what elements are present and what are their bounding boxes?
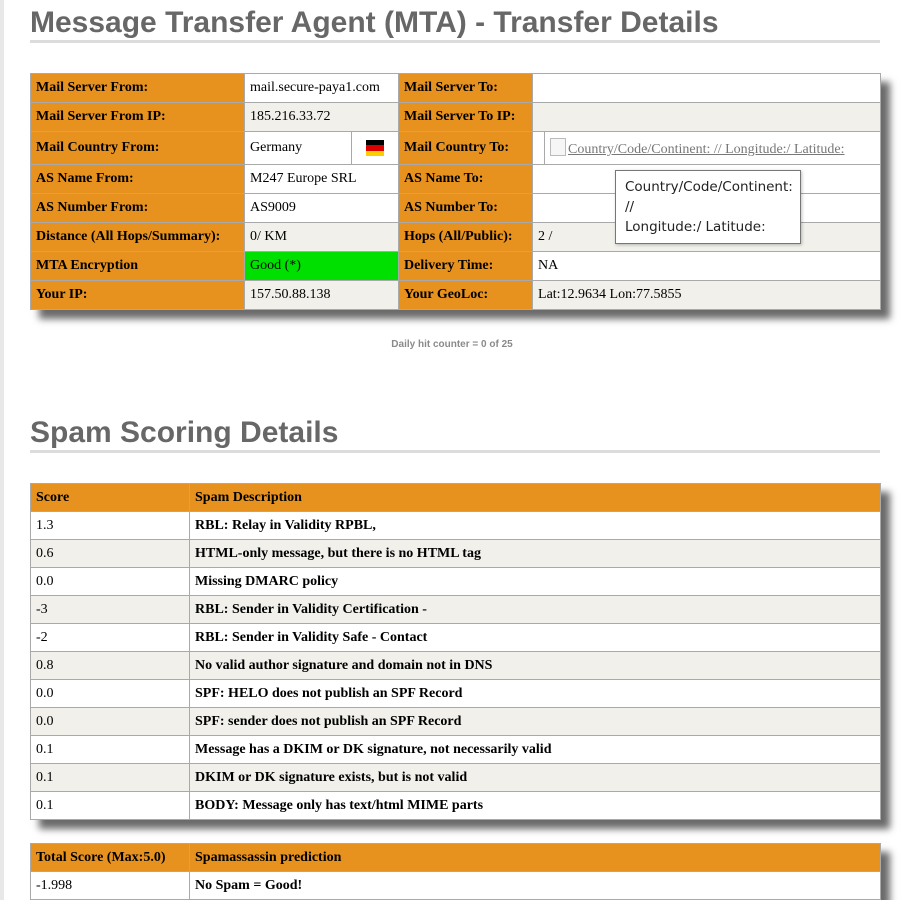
table-row: -2 RBL: Sender in Validity Safe - Contact (30, 623, 881, 652)
spam-section-title: Spam Scoring Details (30, 416, 339, 449)
delivery-time-label: Delivery Time: (398, 251, 534, 281)
tooltip-line-1: Country/Code/Continent: (625, 179, 793, 195)
mta-encryption-label: MTA Encryption (30, 251, 245, 281)
mta-section-title: Message Transfer Agent (MTA) - Transfer … (30, 6, 719, 39)
mail-server-to-label: Mail Server To: (398, 73, 534, 103)
spam-description-cell: No valid author signature and domain not… (189, 651, 881, 680)
mail-server-to-value (532, 73, 882, 103)
spam-description-cell: RBL: Sender in Validity Safe - Contact (189, 623, 881, 652)
table-row: -3 RBL: Sender in Validity Certification … (30, 595, 881, 624)
spam-description-cell: SPF: sender does not publish an SPF Reco… (189, 707, 881, 736)
mail-server-from-value: mail.secure-paya1.com (243, 73, 400, 103)
mta-row-encryption: MTA Encryption Good (*) Delivery Time: N… (30, 251, 882, 281)
delivery-time-value: NA (532, 251, 882, 281)
spamassassin-prediction-value: No Spam = Good! (189, 871, 881, 900)
left-border (0, 0, 4, 900)
distance-value: 0/ KM (243, 222, 400, 252)
spam-description-cell: SPF: HELO does not publish an SPF Record (189, 679, 881, 708)
mta-row-server: Mail Server From: mail.secure-paya1.com … (30, 73, 882, 103)
spam-score-cell: 0.0 (30, 567, 190, 596)
spam-score-cell: 0.1 (30, 791, 190, 820)
as-name-from-label: AS Name From: (30, 164, 245, 194)
total-row: -1.998 No Spam = Good! (30, 871, 881, 900)
germany-flag-icon (366, 139, 384, 157)
your-geoloc-label: Your GeoLoc: (398, 280, 534, 310)
spam-description-cell: HTML-only message, but there is no HTML … (189, 539, 881, 568)
as-number-from-label: AS Number From: (30, 193, 245, 223)
spam-score-cell: -2 (30, 623, 190, 652)
spam-description-cell: RBL: Sender in Validity Certification - (189, 595, 881, 624)
country-flag-image-link[interactable]: Country/Code/Continent: // Longitude:/ L… (550, 138, 845, 157)
spam-score-cell: 1.3 (30, 511, 190, 540)
spam-description-column-header: Spam Description (189, 483, 881, 512)
spamassassin-prediction-header: Spamassassin prediction (189, 843, 881, 872)
spam-description-cell: BODY: Message only has text/html MIME pa… (189, 791, 881, 820)
your-geoloc-value: Lat:12.9634 Lon:77.5855 (532, 280, 882, 310)
country-tooltip: Country/Code/Continent: // Longitude:/ L… (615, 170, 801, 244)
table-row: 0.1 Message has a DKIM or DK signature, n… (30, 735, 881, 764)
spam-title-underline (30, 450, 880, 453)
as-name-from-value: M247 Europe SRL (243, 164, 400, 194)
mail-server-from-ip-value: 185.216.33.72 (243, 102, 400, 132)
mta-title-underline (30, 40, 880, 43)
spam-score-cell: 0.1 (30, 735, 190, 764)
mail-country-from-label: Mail Country From: (30, 131, 245, 165)
mta-row-ip: Mail Server From IP: 185.216.33.72 Mail … (30, 102, 882, 132)
mta-row-country: Mail Country From: Germany Mail Country … (30, 131, 882, 165)
mail-country-from-flag (350, 131, 400, 165)
mail-country-to-value[interactable]: Country/Code/Continent: // Longitude:/ L… (544, 131, 882, 165)
spam-description-cell: Message has a DKIM or DK signature, not … (189, 735, 881, 764)
spam-header-row: Score Spam Description (30, 483, 881, 512)
tooltip-line-3: Longitude:/ Latitude: (625, 219, 766, 235)
mail-server-to-ip-value (532, 102, 882, 132)
mail-country-to-spacer (532, 131, 546, 165)
country-flag-alt-text: Country/Code/Continent: // Longitude:/ L… (568, 142, 845, 157)
mail-server-from-label: Mail Server From: (30, 73, 245, 103)
your-ip-value: 157.50.88.138 (243, 280, 400, 310)
score-column-header: Score (30, 483, 190, 512)
spam-score-cell: 0.6 (30, 539, 190, 568)
total-score-header: Total Score (Max:5.0) (30, 843, 190, 872)
table-row: 0.0 SPF: sender does not publish an SPF R… (30, 707, 881, 736)
daily-hit-counter: Daily hit counter = 0 of 25 (391, 339, 513, 350)
mail-country-to-label: Mail Country To: (398, 131, 534, 165)
your-ip-label: Your IP: (30, 280, 245, 310)
spam-description-cell: DKIM or DK signature exists, but is not … (189, 763, 881, 792)
as-name-to-label: AS Name To: (398, 164, 534, 194)
spam-scoring-table: Score Spam Description 1.3 RBL: Relay in … (30, 483, 881, 820)
total-header-row: Total Score (Max:5.0) Spamassassin predi… (30, 843, 881, 872)
table-row: 1.3 RBL: Relay in Validity RPBL, (30, 511, 881, 540)
spam-score-cell: 0.8 (30, 651, 190, 680)
tooltip-line-2: // (625, 199, 635, 215)
as-number-from-value: AS9009 (243, 193, 400, 223)
as-number-to-label: AS Number To: (398, 193, 534, 223)
distance-label: Distance (All Hops/Summary): (30, 222, 245, 252)
hops-label: Hops (All/Public): (398, 222, 534, 252)
mta-row-your-ip: Your IP: 157.50.88.138 Your GeoLoc: Lat:… (30, 280, 882, 310)
spam-score-cell: -3 (30, 595, 190, 624)
spam-rows: 1.3 RBL: Relay in Validity RPBL, 0.6 HTML-o… (30, 511, 881, 820)
mail-country-from-value: Germany (244, 131, 352, 165)
mta-encryption-value: Good (*) (243, 251, 400, 281)
table-row: 0.6 HTML-only message, but there is no HT… (30, 539, 881, 568)
spam-score-cell: 0.1 (30, 763, 190, 792)
total-score-value: -1.998 (30, 871, 190, 900)
table-row: 0.8 No valid author signature and domain … (30, 651, 881, 680)
spam-description-cell: Missing DMARC policy (189, 567, 881, 596)
mail-server-from-ip-label: Mail Server From IP: (30, 102, 245, 132)
table-row: 0.1 DKIM or DK signature exists, but is n… (30, 763, 881, 792)
spam-score-cell: 0.0 (30, 707, 190, 736)
mail-server-to-ip-label: Mail Server To IP: (398, 102, 534, 132)
table-row: 0.1 BODY: Message only has text/html MIME… (30, 791, 881, 820)
total-score-table: Total Score (Max:5.0) Spamassassin predi… (30, 843, 881, 900)
table-row: 0.0 Missing DMARC policy (30, 567, 881, 596)
spam-score-cell: 0.0 (30, 679, 190, 708)
broken-image-icon (550, 138, 567, 156)
table-row: 0.0 SPF: HELO does not publish an SPF Rec… (30, 679, 881, 708)
spam-description-cell: RBL: Relay in Validity RPBL, (189, 511, 881, 540)
